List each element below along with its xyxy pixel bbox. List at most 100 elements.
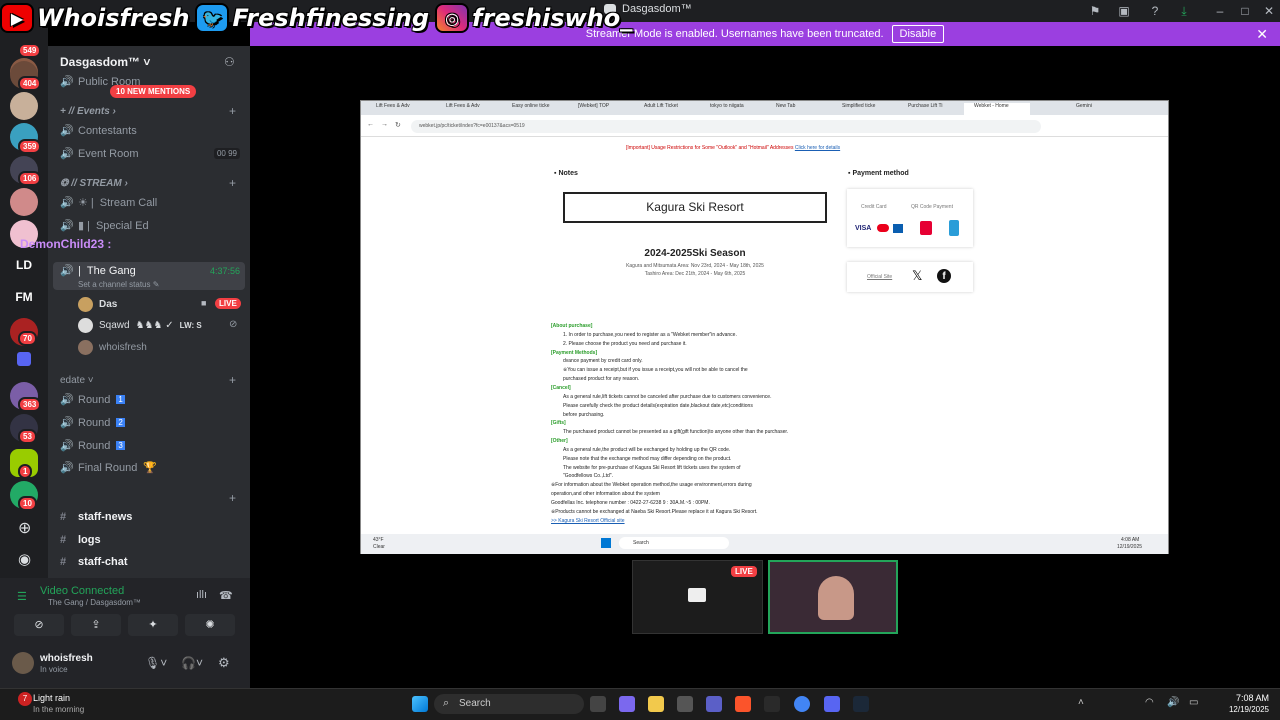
settings-gear-icon[interactable]: ⚙: [218, 655, 230, 671]
tray-chevron-icon[interactable]: ˄: [1078, 697, 1084, 708]
facebook-icon[interactable]: f: [937, 269, 951, 283]
add-channel-icon[interactable]: +: [229, 491, 236, 505]
reload-icon[interactable]: ↻: [395, 121, 401, 129]
voice-user-sqawd[interactable]: Sqawd ♞♞♞ ✓ LW: S: [78, 318, 202, 333]
browser-tab[interactable]: Purchase Lift Ti: [898, 103, 964, 115]
the-gang-label[interactable]: 🔊 | The Gang 4:37:56: [60, 264, 240, 278]
add-channel-icon[interactable]: +: [229, 104, 236, 118]
browser-tab[interactable]: [Webket] TOP: [568, 103, 634, 115]
discover-icon[interactable]: ◉: [18, 550, 31, 568]
channel-final-round[interactable]: 🔊 Final Round 🏆: [60, 461, 240, 475]
battery-icon[interactable]: ▭: [1189, 697, 1198, 708]
webcam-tile[interactable]: [768, 560, 898, 634]
browser-tab-active[interactable]: Webket - Home: [964, 103, 1030, 115]
channel-staff-news[interactable]: # staff-news: [60, 511, 240, 523]
notice-link[interactable]: Click here for details: [795, 145, 840, 151]
channel-event-room[interactable]: 🔊 Event Room 00 99: [60, 147, 240, 160]
add-server-icon[interactable]: ⊕: [18, 518, 31, 538]
taskbar-clock[interactable]: 7:08 AM: [1227, 693, 1269, 703]
channel-logs[interactable]: # logs: [60, 534, 240, 546]
close-icon[interactable]: ✕: [1262, 4, 1276, 18]
address-bar[interactable]: webket.jp/pc/ticket/index?fc=e00137&acs=…: [411, 120, 1041, 133]
minimize-icon[interactable]: –: [1213, 4, 1227, 18]
weather-widget[interactable]: Light rain: [20, 693, 70, 703]
channel-contestants[interactable]: 🔊 Contestants: [60, 124, 240, 138]
channel-stream-call[interactable]: 🔊 ☀ | Stream Call: [60, 196, 240, 210]
inbox-icon[interactable]: ⚑: [1088, 4, 1102, 18]
user-avatar[interactable]: [12, 652, 34, 674]
disable-button[interactable]: Disable: [891, 25, 945, 43]
banner-close-icon[interactable]: ✕: [1256, 26, 1268, 43]
info-line: ※For information about the Webket operat…: [551, 482, 752, 489]
browser-tab[interactable]: Easy online ticke: [502, 103, 568, 115]
browser-tab[interactable]: Simplified ticke: [832, 103, 898, 115]
download-icon[interactable]: ⤓: [1177, 4, 1191, 18]
microphone-icon[interactable]: 🎙˅: [145, 656, 167, 670]
server-name[interactable]: Dasgasdom™ ˅: [60, 55, 150, 69]
avatar: [78, 318, 93, 333]
category-events[interactable]: + // Events ›: [60, 106, 116, 117]
voice-user-das[interactable]: Das: [78, 297, 117, 312]
category-stream[interactable]: ❂ // STREAM ›: [60, 178, 128, 189]
server-icon[interactable]: [10, 92, 38, 120]
screen-icon[interactable]: ▣: [1117, 4, 1131, 18]
app-icon[interactable]: [764, 696, 780, 712]
disconnect-icon[interactable]: ☎: [219, 589, 233, 602]
task-view-icon[interactable]: [590, 696, 606, 712]
maximize-icon[interactable]: □: [1238, 4, 1252, 18]
chrome-icon[interactable]: [794, 696, 810, 712]
folder-icon[interactable]: [17, 352, 31, 366]
category-edate[interactable]: edate ˅: [60, 375, 94, 386]
server-fm[interactable]: FM: [10, 290, 38, 304]
noise-suppression-icon[interactable]: ıllı: [196, 589, 207, 601]
teams-icon[interactable]: [706, 696, 722, 712]
brave-icon[interactable]: [735, 696, 751, 712]
steam-icon[interactable]: [853, 696, 869, 712]
server-ld[interactable]: LD: [10, 258, 38, 272]
taskbar-date[interactable]: 12/19/2025: [1215, 705, 1269, 714]
info-line: The purchased product cannot be presente…: [563, 429, 789, 436]
soundboard-button[interactable]: ✺: [185, 614, 235, 636]
browser-tab[interactable]: Lift Fees & Adv: [366, 103, 436, 115]
file-explorer-icon[interactable]: [648, 696, 664, 712]
channel-staff-chat[interactable]: # staff-chat: [60, 556, 240, 568]
channel-round-2[interactable]: 🔊 Round 2: [60, 416, 240, 429]
voice-user-whoisfresh[interactable]: whoisfresh: [78, 340, 147, 355]
channel-special-ed[interactable]: 🔊 ▮ | Special Ed: [60, 219, 240, 233]
x-logo-icon[interactable]: 𝕏: [912, 268, 922, 284]
add-channel-icon[interactable]: +: [229, 176, 236, 190]
shared-search-box[interactable]: Search: [619, 537, 729, 549]
copilot-icon[interactable]: [619, 696, 635, 712]
windows-start-icon[interactable]: [412, 696, 428, 712]
signal-icon[interactable]: ☰: [17, 590, 27, 603]
add-member-icon[interactable]: ⚇: [224, 55, 235, 69]
voice-channel-path[interactable]: The Gang / Dasgasdom™: [48, 598, 141, 607]
screen-share-button[interactable]: ⇪: [71, 614, 121, 636]
camera-toggle-button[interactable]: ⊘: [14, 614, 64, 636]
new-mentions-pill[interactable]: 10 NEW MENTIONS: [110, 85, 197, 98]
channel-round-3[interactable]: 🔊 Round 3: [60, 439, 240, 452]
official-site-link[interactable]: Official Site: [867, 274, 892, 280]
store-icon[interactable]: [677, 696, 693, 712]
browser-tab[interactable]: New Tab: [766, 103, 832, 115]
browser-tab[interactable]: Lift Fees & Adv: [436, 103, 502, 115]
official-site-link[interactable]: >> Kagura Ski Resort Official site: [551, 518, 625, 524]
browser-tab[interactable]: Adult Lift Ticket: [634, 103, 700, 115]
discord-icon[interactable]: [824, 696, 840, 712]
windows-start-icon[interactable]: [601, 538, 611, 548]
server-icon[interactable]: [10, 188, 38, 216]
gemini-button[interactable]: Gemini: [1066, 103, 1106, 115]
volume-icon[interactable]: 🔊: [1167, 697, 1179, 708]
activities-button[interactable]: ✦: [128, 614, 178, 636]
help-icon[interactable]: ?: [1148, 4, 1162, 18]
browser-tab[interactable]: tokyo to niigata: [700, 103, 766, 115]
user-name[interactable]: whoisfresh: [40, 653, 93, 664]
taskbar-search[interactable]: Search: [434, 694, 584, 714]
forward-icon[interactable]: →: [381, 121, 388, 128]
back-icon[interactable]: ←: [367, 121, 374, 128]
headphones-icon[interactable]: 🎧˅: [181, 656, 203, 670]
wifi-icon[interactable]: ◠: [1145, 697, 1154, 708]
channel-status[interactable]: Set a channel status ✎: [78, 280, 159, 289]
channel-round-1[interactable]: 🔊 Round 1: [60, 393, 240, 406]
add-channel-icon[interactable]: +: [229, 373, 236, 387]
